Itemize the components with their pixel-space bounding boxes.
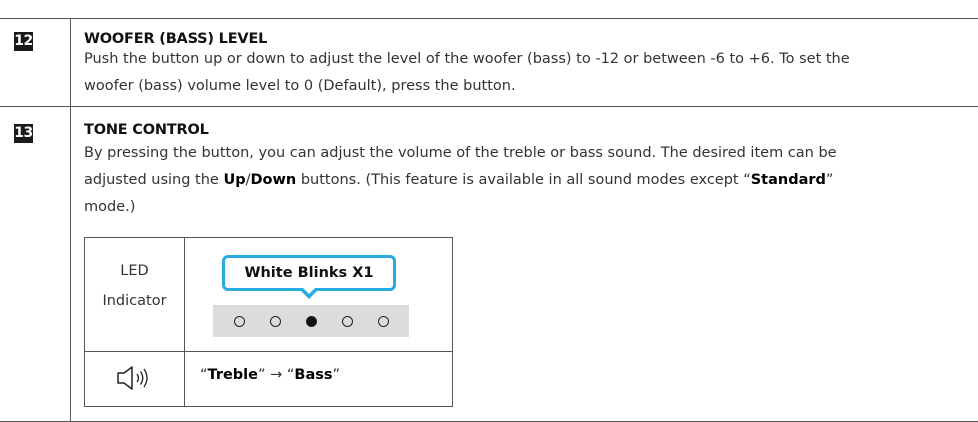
- woofer-level-title: WOOFER (BASS) LEVEL: [84, 31, 268, 47]
- tone-control-line-2: adjusted using the Up/Down buttons. (Thi…: [84, 172, 834, 188]
- led-dot-1: [233, 315, 245, 327]
- tone-control-line-1: By pressing the button, you can adjust t…: [84, 145, 837, 161]
- led-indicator-label: LED Indicator: [102, 263, 167, 309]
- item-number-12: 12: [14, 32, 33, 51]
- standard-mode-label: Standard: [750, 172, 826, 188]
- white-blinks-callout: White Blinks X1: [222, 255, 396, 291]
- up-button-label: Up: [223, 172, 246, 188]
- section-divider: [0, 106, 978, 107]
- led-dot-5: [377, 315, 389, 327]
- led-dot-3: [305, 315, 317, 327]
- tone-control-title: TONE CONTROL: [84, 122, 209, 138]
- treble-label: Treble: [207, 367, 258, 383]
- led-strip: [213, 305, 409, 337]
- top-rule: [0, 18, 978, 19]
- tone-control-description: By pressing the button, you can adjust t…: [84, 140, 964, 221]
- led-dot-2: [269, 315, 281, 327]
- tone-control-line-3: mode.): [84, 199, 136, 215]
- bass-label: Bass: [294, 367, 333, 383]
- item-number-13: 13: [14, 124, 33, 143]
- table-column-divider: [184, 238, 185, 406]
- led-indicator-table: LED Indicator White Blinks X1 “Treble” →…: [84, 237, 453, 407]
- number-column-divider: [70, 18, 71, 422]
- speaker-icon: [117, 366, 148, 390]
- table-row-divider: [85, 351, 452, 352]
- woofer-level-line-2: woofer (bass) volume level to 0 (Default…: [84, 78, 516, 94]
- down-button-label: Down: [250, 172, 297, 188]
- woofer-level-line-1: Push the button up or down to adjust the…: [84, 51, 850, 67]
- led-dot-4: [341, 315, 353, 327]
- woofer-level-description: Push the button up or down to adjust the…: [84, 46, 964, 100]
- treble-bass-sequence: “Treble” → “Bass”: [200, 367, 341, 383]
